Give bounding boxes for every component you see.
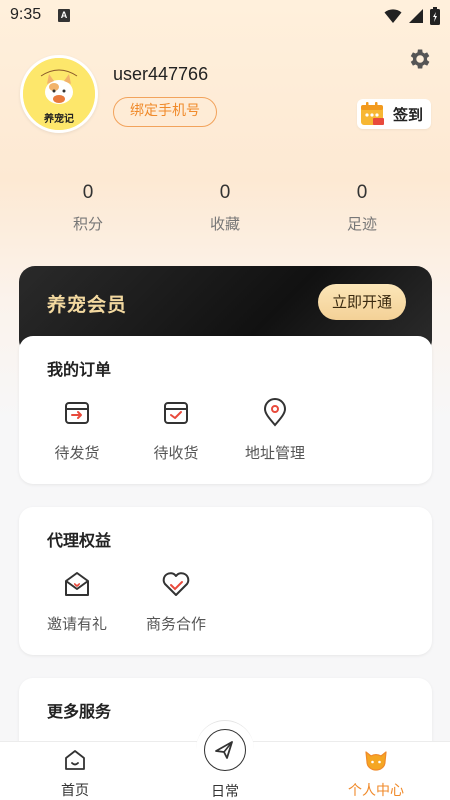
calendar-icon: [361, 102, 384, 125]
paper-plane-icon: [215, 741, 233, 759]
username: user447766: [113, 64, 209, 84]
agent-item-label: 商务合作: [145, 615, 206, 633]
agent-title: 代理权益: [47, 531, 112, 550]
agent-invite-gift[interactable]: 邀请有礼: [32, 569, 122, 634]
battery-icon: [430, 7, 440, 25]
nav-home[interactable]: 首页: [30, 748, 120, 800]
order-pending-receive[interactable]: 待收货: [131, 398, 221, 463]
gear-icon[interactable]: [406, 46, 432, 72]
nav-profile[interactable]: 个人中心: [331, 748, 421, 800]
order-item-label: 待发货: [54, 444, 100, 462]
nav-label[interactable]: 日常: [180, 781, 270, 800]
order-item-label: 地址管理: [244, 444, 305, 462]
orders-card: 我的订单 待发货 待收货 地址管理: [19, 336, 432, 484]
stat-favorites[interactable]: 0 收藏: [185, 182, 265, 234]
stat-footprints[interactable]: 0 足迹: [322, 182, 402, 234]
more-services-title: 更多服务: [47, 702, 112, 721]
order-item-label: 待收货: [153, 444, 199, 462]
checkin-label: 签到: [393, 105, 424, 124]
order-address-management[interactable]: 地址管理: [230, 398, 320, 463]
avatar[interactable]: 养宠记: [20, 55, 98, 133]
wifi-icon: [384, 9, 402, 23]
order-pending-ship[interactable]: 待发货: [32, 398, 122, 463]
box-arrow-icon: [65, 402, 89, 424]
cat-face-icon: [365, 751, 387, 771]
nav-daily[interactable]: [196, 720, 254, 778]
status-bar: 9:35 A: [0, 0, 450, 32]
box-check-icon: [164, 402, 188, 424]
home-icon: [65, 750, 85, 770]
checkin-button[interactable]: 签到: [357, 99, 431, 129]
status-indicators: [384, 7, 440, 25]
handshake-heart-icon: [162, 572, 190, 596]
avatar-logo-text: 养宠记: [44, 114, 74, 125]
stat-value: 0: [356, 182, 368, 203]
location-pin-icon: [263, 398, 287, 427]
stat-label: 足迹: [346, 215, 377, 233]
agent-item-label: 邀请有礼: [46, 615, 107, 633]
vip-open-button[interactable]: 立即开通: [318, 284, 406, 320]
bottom-nav: 首页 日常 个人中心: [0, 720, 450, 800]
stat-points[interactable]: 0 积分: [48, 182, 128, 234]
vip-title: 养宠会员: [47, 294, 128, 316]
agent-business-cooperation[interactable]: 商务合作: [131, 569, 221, 634]
stat-value: 0: [219, 182, 231, 203]
nav-label: 个人中心: [348, 783, 404, 799]
orders-title: 我的订单: [47, 360, 112, 379]
signal-icon: [409, 9, 423, 23]
gift-envelope-icon: [65, 572, 89, 596]
nav-daily-ring: [204, 729, 246, 771]
notification-icon: A: [58, 9, 70, 22]
stat-value: 0: [82, 182, 94, 203]
agent-benefits-card: 代理权益 邀请有礼 商务合作: [19, 507, 432, 655]
status-time: 9:35: [10, 6, 42, 23]
nav-label: 首页: [61, 783, 89, 799]
stat-label: 收藏: [209, 215, 240, 233]
bind-phone-button[interactable]: 绑定手机号: [113, 97, 217, 127]
stat-label: 积分: [72, 215, 103, 233]
